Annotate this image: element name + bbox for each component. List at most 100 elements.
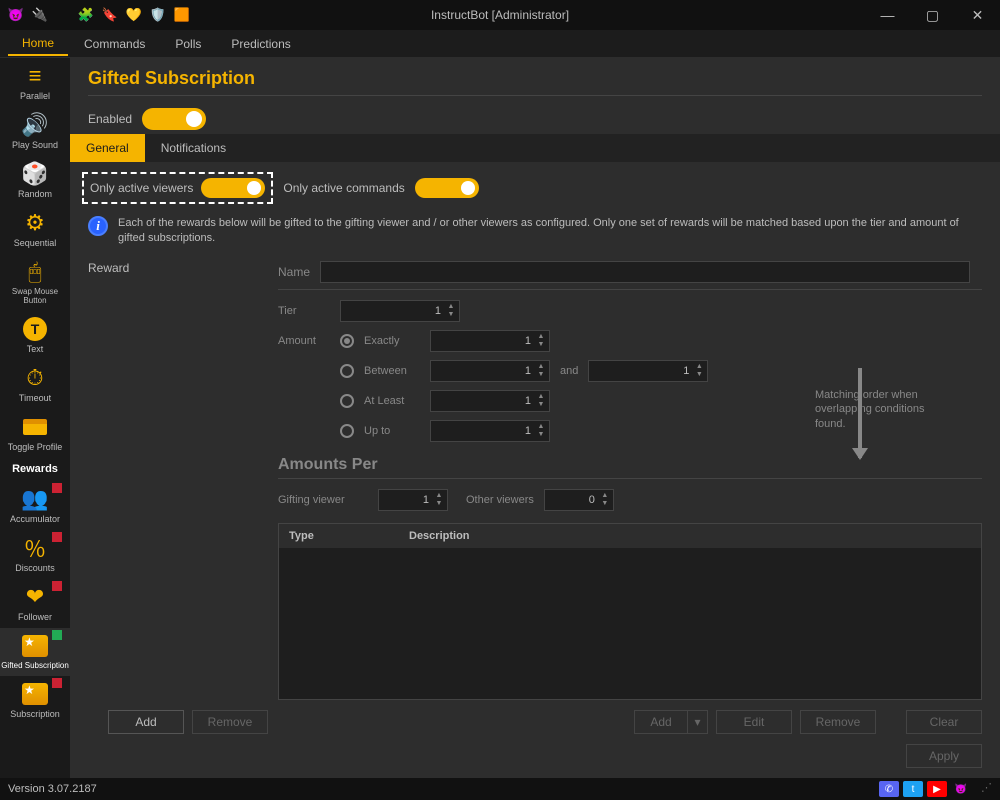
arrow-icon xyxy=(858,368,862,458)
menu-commands[interactable]: Commands xyxy=(70,33,159,55)
speaker-icon xyxy=(18,111,52,139)
only-active-commands-label: Only active commands xyxy=(283,181,404,195)
sidebar-item-follower[interactable]: Follower xyxy=(0,579,70,628)
sidebar: Parallel Play Sound Random Sequential Sw… xyxy=(0,58,70,778)
grid-add-button[interactable]: Add xyxy=(634,710,688,734)
tier-value: 1 xyxy=(435,305,441,317)
menu-home[interactable]: Home xyxy=(8,32,68,56)
tool-icon-3[interactable]: 💛 xyxy=(126,7,142,23)
grid-edit-button[interactable]: Edit xyxy=(716,710,792,734)
rewards-grid[interactable]: Type Description xyxy=(278,523,982,700)
atleast-label: At Least xyxy=(364,395,420,407)
minimize-button[interactable]: ― xyxy=(865,0,910,30)
star-box-icon xyxy=(18,680,52,708)
statusbar: Version 3.07.2187 ✆ t ▶ 😈 ⋰ xyxy=(0,778,1000,800)
gifting-viewer-input[interactable]: 1▲▼ xyxy=(378,489,448,511)
filters-row: Only active viewers Only active commands xyxy=(70,162,1000,208)
value: 1 xyxy=(525,425,531,437)
status-badge xyxy=(52,532,62,542)
atleast-input[interactable]: 1▲▼ xyxy=(430,390,550,412)
grid-header: Type Description xyxy=(279,524,981,548)
window-controls: ― ▢ ✕ xyxy=(865,0,1000,30)
gifting-viewer-label: Gifting viewer xyxy=(278,494,368,506)
sidebar-item-accumulator[interactable]: Accumulator xyxy=(0,481,70,530)
amount-label: Amount xyxy=(278,335,330,347)
grid-add-dropdown[interactable]: ▾ xyxy=(688,710,708,734)
titlebar: 😈 🔌 🧩 🔖 💛 🛡️ 🟧 InstructBot [Administrato… xyxy=(0,0,1000,30)
sidebar-item-timeout[interactable]: Timeout xyxy=(0,360,70,409)
menu-predictions[interactable]: Predictions xyxy=(217,33,304,55)
enabled-row: Enabled xyxy=(70,104,1000,134)
enabled-toggle[interactable] xyxy=(142,108,206,130)
sidebar-item-text[interactable]: T Text xyxy=(0,311,70,360)
and-label: and xyxy=(560,365,578,377)
twitter-icon[interactable]: t xyxy=(903,781,923,797)
titlebar-icons: 😈 🔌 🧩 🔖 💛 🛡️ 🟧 xyxy=(0,7,190,23)
app-logo-icon[interactable]: 😈 xyxy=(951,781,971,797)
arrow-text: Matching order when overlapping conditio… xyxy=(815,388,925,431)
amounts-per-title: Amounts Per xyxy=(278,446,982,478)
menu-polls[interactable]: Polls xyxy=(161,33,215,55)
close-button[interactable]: ✕ xyxy=(955,0,1000,30)
grid-remove-button[interactable]: Remove xyxy=(800,710,876,734)
sidebar-item-parallel[interactable]: Parallel xyxy=(0,58,70,107)
maximize-button[interactable]: ▢ xyxy=(910,0,955,30)
radio-between[interactable] xyxy=(340,364,354,378)
divider xyxy=(88,95,982,96)
subtab-notifications[interactable]: Notifications xyxy=(145,134,242,162)
radio-atleast[interactable] xyxy=(340,394,354,408)
radio-upto[interactable] xyxy=(340,424,354,438)
divider xyxy=(278,289,982,290)
tool-icon-1[interactable]: 🧩 xyxy=(78,7,94,23)
subtabs: General Notifications xyxy=(70,134,1000,162)
reward-remove-button[interactable]: Remove xyxy=(192,710,268,734)
other-viewers-input[interactable]: 0▲▼ xyxy=(544,489,614,511)
version-label: Version 3.07.2187 xyxy=(8,783,97,795)
profile-icon xyxy=(18,413,52,441)
clock-icon xyxy=(18,364,52,392)
clear-button[interactable]: Clear xyxy=(906,710,982,734)
sidebar-item-label: Toggle Profile xyxy=(8,442,63,452)
col-description: Description xyxy=(409,530,971,542)
page-title: Gifted Subscription xyxy=(70,58,1000,95)
only-active-viewers-toggle[interactable] xyxy=(201,178,265,198)
radio-exactly[interactable] xyxy=(340,334,354,348)
mouse-icon xyxy=(18,258,52,286)
between-b-input[interactable]: 1▲▼ xyxy=(588,360,708,382)
tool-icon-2[interactable]: 🔖 xyxy=(102,7,118,23)
sidebar-item-play-sound[interactable]: Play Sound xyxy=(0,107,70,156)
discord-icon[interactable]: ✆ xyxy=(879,781,899,797)
resize-grip-icon[interactable]: ⋰ xyxy=(981,781,992,797)
subtab-general[interactable]: General xyxy=(70,134,145,162)
between-a-input[interactable]: 1▲▼ xyxy=(430,360,550,382)
between-label: Between xyxy=(364,365,420,377)
info-banner: i Each of the rewards below will be gift… xyxy=(70,208,1000,255)
discounts-icon xyxy=(18,534,52,562)
sidebar-item-random[interactable]: Random xyxy=(0,156,70,205)
reward-add-button[interactable]: Add xyxy=(108,710,184,734)
apply-button[interactable]: Apply xyxy=(906,744,982,768)
tier-label: Tier xyxy=(278,305,330,317)
value: 1 xyxy=(525,365,531,377)
button-row: Add Remove Add ▾ Edit Remove Clear xyxy=(70,700,1000,744)
tier-input[interactable]: 1▲▼ xyxy=(340,300,460,322)
plug-icon: 🔌 xyxy=(32,7,48,23)
upto-label: Up to xyxy=(364,425,420,437)
exactly-input[interactable]: 1▲▼ xyxy=(430,330,550,352)
only-active-commands-toggle[interactable] xyxy=(415,178,479,198)
sidebar-item-swap-mouse[interactable]: Swap Mouse Button xyxy=(0,254,70,311)
name-input[interactable] xyxy=(320,261,970,283)
sidebar-item-discounts[interactable]: Discounts xyxy=(0,530,70,579)
col-type: Type xyxy=(289,530,409,542)
sidebar-item-label: Text xyxy=(27,344,44,354)
sidebar-item-gifted-subscription[interactable]: Gifted Subscription xyxy=(0,628,70,676)
youtube-icon[interactable]: ▶ xyxy=(927,781,947,797)
sidebar-item-label: Parallel xyxy=(20,91,50,101)
sidebar-item-sequential[interactable]: Sequential xyxy=(0,205,70,254)
tool-icon-4[interactable]: 🛡️ xyxy=(150,7,166,23)
upto-input[interactable]: 1▲▼ xyxy=(430,420,550,442)
sidebar-item-subscription[interactable]: Subscription xyxy=(0,676,70,725)
sidebar-item-toggle-profile[interactable]: Toggle Profile xyxy=(0,409,70,458)
tool-icon-5[interactable]: 🟧 xyxy=(174,7,190,23)
sidebar-item-label: Accumulator xyxy=(10,514,60,524)
